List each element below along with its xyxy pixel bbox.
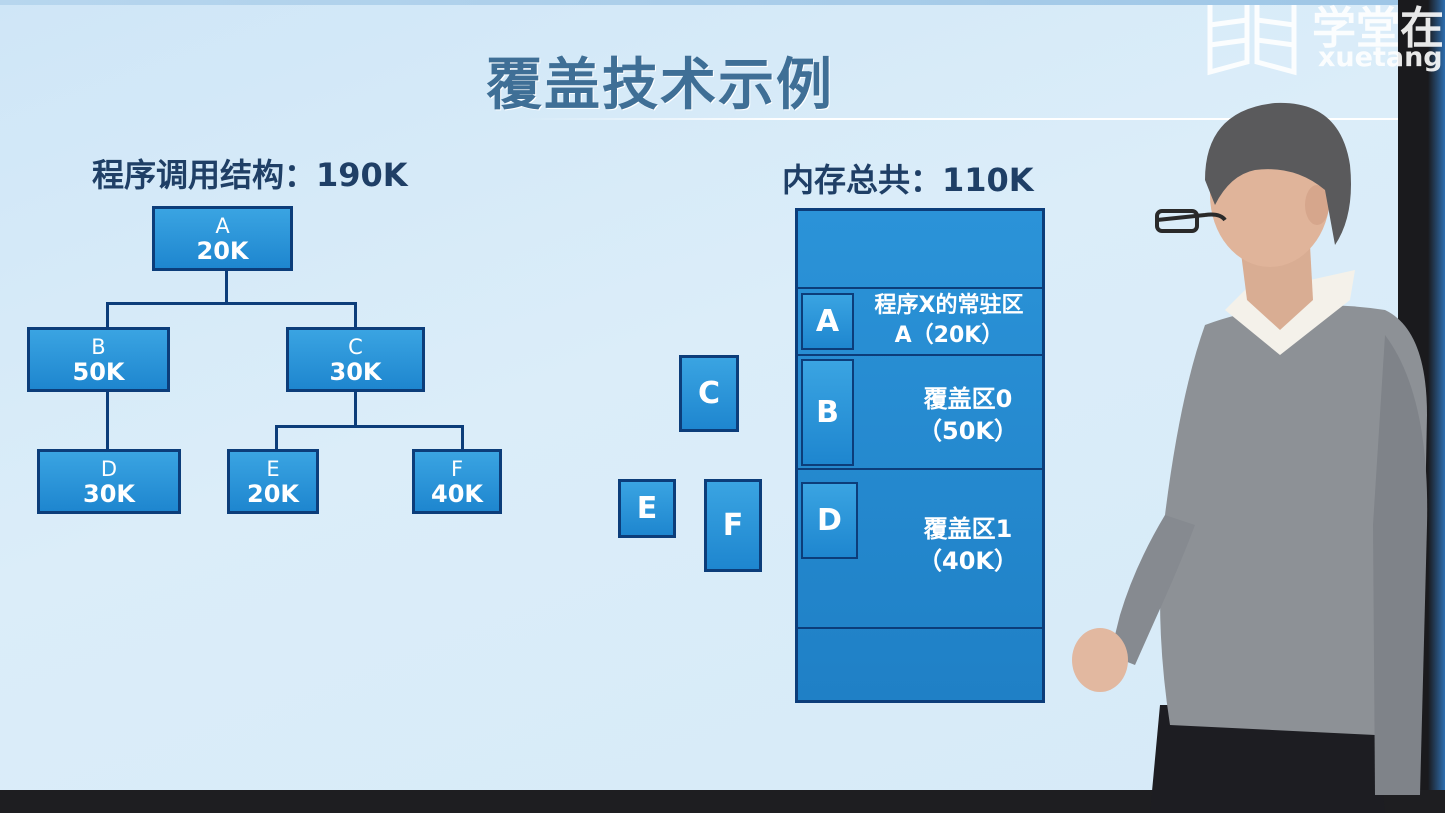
tree-connector (106, 390, 109, 450)
tree-node-d: D 30K (37, 449, 181, 514)
memory-divider (798, 354, 1042, 356)
tree-connector (225, 270, 228, 304)
tree-connector (354, 390, 357, 426)
node-size: 30K (329, 357, 382, 386)
overlay0-line2: （50K） (918, 417, 1018, 445)
overlay1-line2: （40K） (918, 547, 1018, 575)
presenter-figure (1072, 102, 1428, 813)
tree-connector (354, 302, 357, 328)
node-name: A (215, 213, 230, 238)
overlay0-label: 覆盖区0 （50K） (898, 383, 1038, 447)
tree-node-f: F 40K (412, 449, 502, 514)
overlay1-label: 覆盖区1 （40K） (898, 513, 1038, 577)
overlay1-letter: D (801, 482, 858, 559)
tree-connector (106, 302, 109, 328)
tree-connector (275, 425, 278, 450)
tree-node-e: E 20K (227, 449, 319, 514)
node-name: C (348, 334, 363, 359)
node-size: 40K (431, 479, 483, 508)
xuetang-logo-icon (1207, 5, 1297, 76)
logo-english: xuetang (1318, 42, 1443, 73)
node-size: 50K (72, 357, 125, 386)
resident-label: 程序X的常驻区 A（20K） (854, 291, 1044, 351)
memory-divider (798, 287, 1042, 289)
memory-divider (798, 627, 1042, 629)
memory-total-heading: 内存总共：110K (782, 161, 1034, 199)
node-name: E (266, 456, 280, 481)
node-name: B (91, 334, 106, 359)
tree-node-a: A 20K (152, 206, 293, 271)
module-c: C (679, 355, 739, 432)
tree-connector (275, 425, 464, 428)
module-f: F (704, 479, 762, 572)
memory-block: A 程序X的常驻区 A（20K） B 覆盖区0 （50K） D 覆盖区1 （40… (795, 208, 1045, 703)
overlay1-line1: 覆盖区1 (923, 515, 1013, 543)
overlay0-line1: 覆盖区0 (923, 385, 1013, 413)
node-size: 30K (83, 479, 135, 508)
tree-node-c: C 30K (286, 327, 425, 392)
tree-connector (106, 302, 357, 305)
slide-top-border (0, 0, 1398, 5)
call-structure-heading: 程序调用结构：190K (92, 156, 408, 194)
memory-divider (798, 468, 1042, 470)
tree-node-b: B 50K (27, 327, 170, 392)
node-name: F (450, 456, 464, 481)
node-size: 20K (247, 479, 299, 508)
node-size: 20K (196, 236, 249, 265)
tree-connector (461, 425, 464, 450)
resident-line2: A（20K） (894, 323, 1004, 348)
resident-line1: 程序X的常驻区 (874, 293, 1024, 318)
module-e: E (618, 479, 676, 538)
overlay0-letter: B (801, 359, 854, 466)
node-name: D (100, 456, 118, 481)
resident-letter: A (801, 293, 854, 350)
